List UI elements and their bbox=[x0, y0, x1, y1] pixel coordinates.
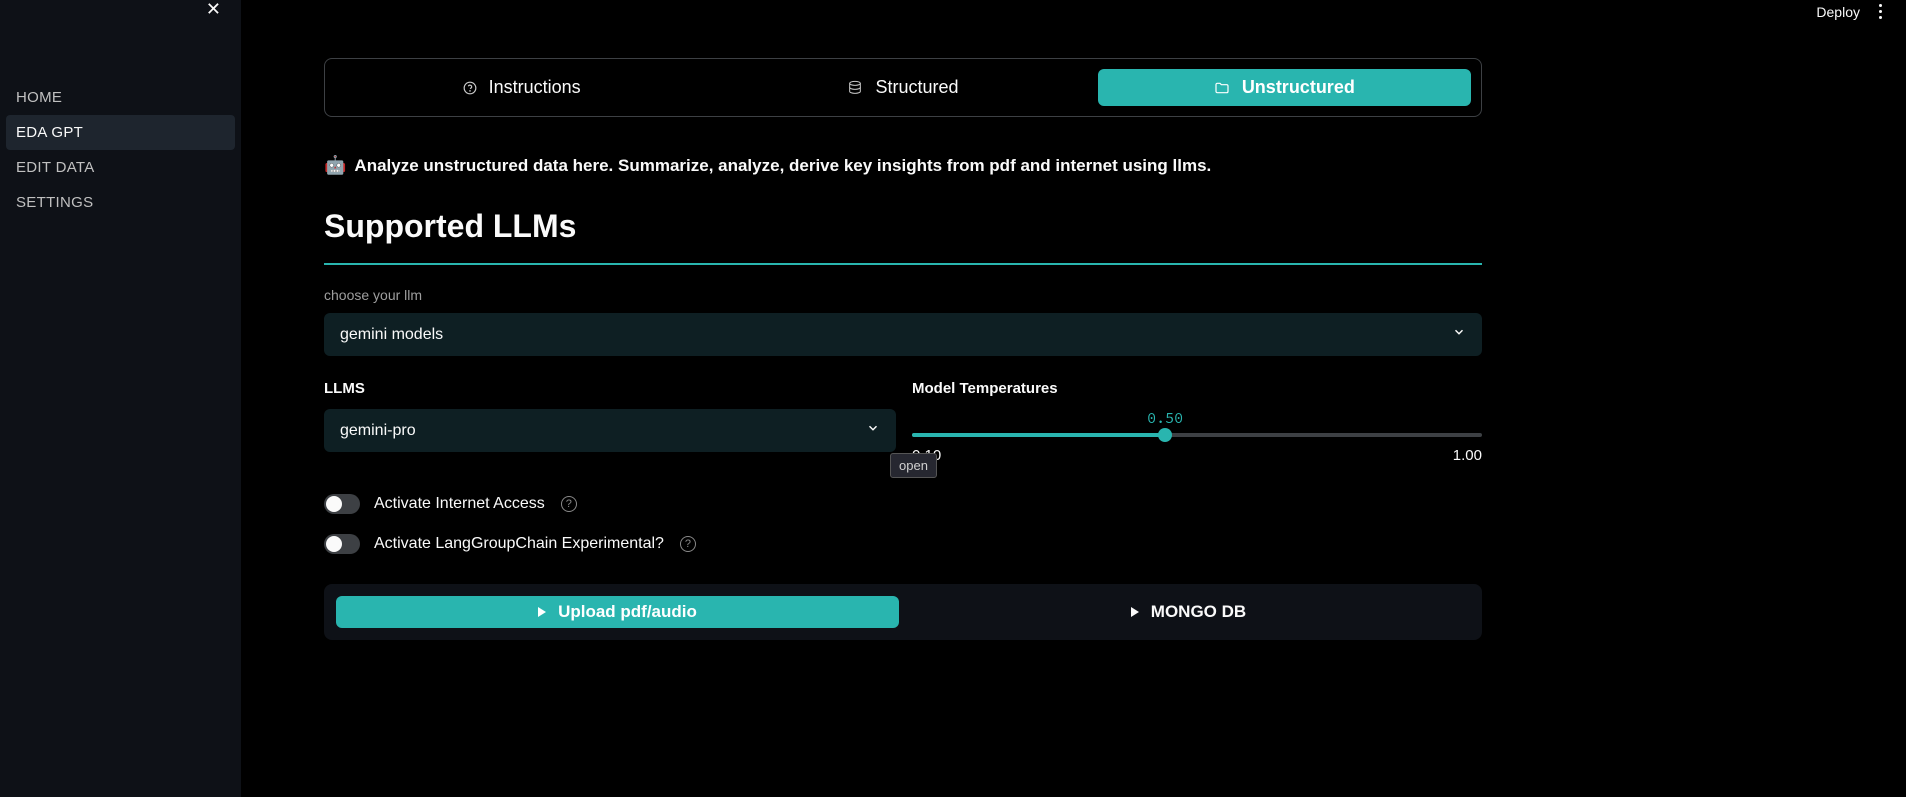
tab-label: Structured bbox=[875, 77, 958, 98]
toggle-internet[interactable] bbox=[324, 494, 360, 514]
llm-category-label: choose your llm bbox=[324, 287, 1482, 303]
sidebar-item-settings[interactable]: SETTINGS bbox=[0, 185, 241, 220]
llm-temp-row: LLMS gemini-pro Model Temperatures open … bbox=[324, 380, 1482, 464]
toggle-langgroup-label: Activate LangGroupChain Experimental? bbox=[374, 535, 664, 553]
sidebar-item-edit-data[interactable]: EDIT DATA bbox=[0, 150, 241, 185]
llm-select[interactable]: gemini-pro bbox=[324, 409, 896, 452]
robot-icon: 🤖 bbox=[324, 155, 346, 176]
toggle-langgroup-row: Activate LangGroupChain Experimental? ? bbox=[324, 534, 1482, 554]
sidebar-item-eda-gpt[interactable]: EDA GPT bbox=[6, 115, 235, 150]
slider-max: 1.00 bbox=[1453, 447, 1482, 464]
triangle-right-icon bbox=[1131, 607, 1139, 617]
deploy-button[interactable]: Deploy bbox=[1816, 4, 1860, 20]
llm-select-col: LLMS gemini-pro bbox=[324, 380, 896, 464]
toggle-internet-label: Activate Internet Access bbox=[374, 495, 545, 513]
tabs-container: Instructions Structured Unstructured bbox=[324, 58, 1482, 117]
toggle-knob bbox=[326, 536, 342, 552]
open-tooltip: open bbox=[890, 453, 937, 478]
expander-mongo[interactable]: MONGO DB bbox=[907, 596, 1470, 628]
sidebar-nav: HOME EDA GPT EDIT DATA SETTINGS bbox=[0, 0, 241, 220]
toggle-knob bbox=[326, 496, 342, 512]
help-icon[interactable]: ? bbox=[680, 536, 696, 552]
tab-label: Instructions bbox=[489, 77, 581, 98]
sidebar-item-home[interactable]: HOME bbox=[0, 80, 241, 115]
temperature-label: Model Temperatures bbox=[912, 380, 1482, 397]
menu-kebab-icon[interactable] bbox=[1875, 0, 1886, 23]
sidebar-item-label: HOME bbox=[16, 89, 62, 106]
slider-fill bbox=[912, 433, 1165, 437]
main-content: Instructions Structured Unstructured 🤖 A… bbox=[324, 58, 1482, 640]
expander-row: Upload pdf/audio MONGO DB bbox=[324, 584, 1482, 640]
expander-upload[interactable]: Upload pdf/audio bbox=[336, 596, 899, 628]
sidebar-item-label: SETTINGS bbox=[16, 194, 93, 211]
description-text: Analyze unstructured data here. Summariz… bbox=[354, 156, 1211, 176]
toggle-langgroup[interactable] bbox=[324, 534, 360, 554]
select-value: gemini-pro bbox=[340, 422, 416, 440]
tab-unstructured[interactable]: Unstructured bbox=[1098, 69, 1471, 106]
triangle-right-icon bbox=[538, 607, 546, 617]
header-actions: Deploy bbox=[1816, 0, 1886, 23]
temperature-slider[interactable]: open 0.50 0.10 1.00 bbox=[912, 409, 1482, 464]
expander-label: Upload pdf/audio bbox=[558, 602, 697, 622]
tab-structured[interactable]: Structured bbox=[716, 69, 1089, 106]
slider-thumb[interactable] bbox=[1158, 428, 1172, 442]
tab-instructions[interactable]: Instructions bbox=[335, 69, 708, 106]
tab-label: Unstructured bbox=[1242, 77, 1355, 98]
llm-category-select[interactable]: gemini models bbox=[324, 313, 1482, 356]
folder-icon bbox=[1214, 80, 1230, 96]
database-icon bbox=[847, 80, 863, 96]
expander-label: MONGO DB bbox=[1151, 602, 1246, 622]
slider-bounds: 0.10 1.00 bbox=[912, 447, 1482, 464]
chevron-down-icon bbox=[1452, 325, 1466, 344]
slider-track bbox=[912, 433, 1482, 437]
question-icon bbox=[463, 81, 477, 95]
sidebar-item-label: EDA GPT bbox=[16, 124, 83, 141]
sidebar: ✕ HOME EDA GPT EDIT DATA SETTINGS bbox=[0, 0, 241, 797]
page-description: 🤖 Analyze unstructured data here. Summar… bbox=[324, 155, 1482, 176]
llm-select-label: LLMS bbox=[324, 380, 896, 397]
close-sidebar-icon[interactable]: ✕ bbox=[206, 0, 221, 18]
select-value: gemini models bbox=[340, 326, 443, 344]
help-icon[interactable]: ? bbox=[561, 496, 577, 512]
sidebar-item-label: EDIT DATA bbox=[16, 159, 95, 176]
temperature-col: Model Temperatures open 0.50 0.10 1.00 bbox=[912, 380, 1482, 464]
toggle-internet-row: Activate Internet Access ? bbox=[324, 494, 1482, 514]
section-heading: Supported LLMs bbox=[324, 208, 1482, 265]
slider-value: 0.50 bbox=[1147, 409, 1183, 428]
chevron-down-icon bbox=[866, 421, 880, 440]
